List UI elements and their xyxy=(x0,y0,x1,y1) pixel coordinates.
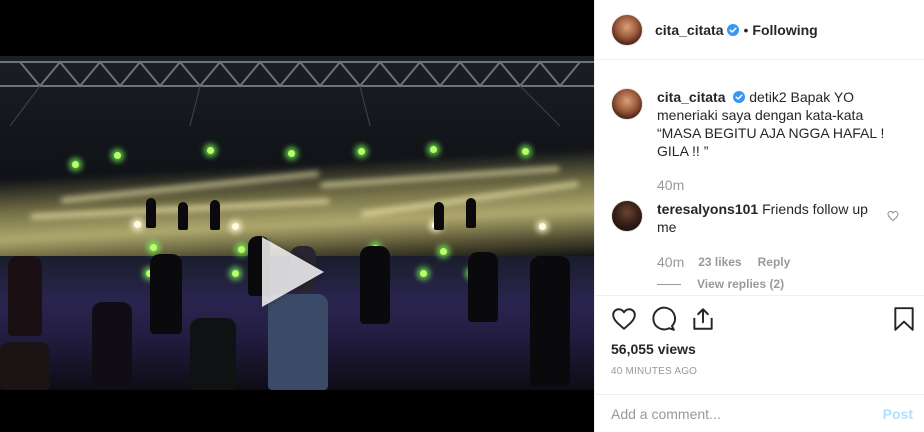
performer-silhouette xyxy=(178,202,188,230)
crowd-silhouette xyxy=(150,254,182,334)
add-comment-bar: Post xyxy=(595,394,924,432)
stage-light xyxy=(72,161,79,168)
stage-light xyxy=(134,221,141,228)
stage-light xyxy=(114,152,121,159)
crowd-silhouette xyxy=(8,256,42,336)
crowd-silhouette xyxy=(530,256,570,386)
view-count[interactable]: 56,055 views xyxy=(611,341,696,357)
performer-silhouette xyxy=(466,198,476,228)
crowd-silhouette xyxy=(190,318,236,390)
view-replies-button[interactable]: View replies (2) xyxy=(657,277,784,291)
caption-meta: 40m xyxy=(657,177,684,193)
play-icon[interactable] xyxy=(262,237,324,307)
post-side-panel: cita_citata • Following cita_citata deti… xyxy=(594,0,924,432)
crowd-silhouette xyxy=(468,252,498,322)
stage-light xyxy=(232,223,239,230)
caption-text-block: cita_citata detik2 Bapak YO meneriaki sa… xyxy=(657,88,887,160)
caption-age: 40m xyxy=(657,177,685,193)
replies-divider xyxy=(657,283,681,285)
stage-light xyxy=(539,223,546,230)
crowd-silhouette xyxy=(0,342,50,390)
stage-light xyxy=(522,148,529,155)
bookmark-icon[interactable] xyxy=(891,306,917,332)
crowd-silhouette xyxy=(92,302,132,390)
stage-light xyxy=(420,270,427,277)
verified-badge-icon xyxy=(727,23,740,36)
performer-silhouette xyxy=(210,200,220,230)
caption-username[interactable]: cita_citata xyxy=(657,89,725,105)
performer-silhouette xyxy=(146,198,156,228)
comment-bubble-icon[interactable] xyxy=(650,306,676,332)
verified-badge-icon xyxy=(733,91,746,103)
stage-light xyxy=(207,147,214,154)
comment-username[interactable]: teresalyons101 xyxy=(657,201,758,217)
action-bar xyxy=(595,296,924,336)
comment-likes[interactable]: 23 likes xyxy=(698,255,741,269)
stage-light xyxy=(150,244,157,251)
stage-light xyxy=(358,148,365,155)
post-timestamp[interactable]: 40 MINUTES AGO xyxy=(611,366,697,377)
comments-section[interactable]: cita_citata detik2 Bapak YO meneriaki sa… xyxy=(595,60,924,296)
post-button[interactable]: Post xyxy=(883,406,913,422)
stage-truss xyxy=(0,60,594,126)
crowd-silhouette xyxy=(360,246,390,324)
heart-icon[interactable] xyxy=(611,306,637,332)
post-author-username[interactable]: cita_citata xyxy=(655,22,723,38)
view-replies-label: View replies (2) xyxy=(697,277,785,291)
avatar[interactable] xyxy=(611,88,643,120)
post-header: cita_citata • Following xyxy=(595,0,924,60)
comment-input[interactable] xyxy=(611,405,861,422)
list-item: teresalyons101 Friends follow up me xyxy=(611,200,887,236)
avatar[interactable] xyxy=(611,13,643,46)
video-player[interactable] xyxy=(0,56,594,390)
avatar[interactable] xyxy=(611,200,643,232)
stage-light xyxy=(430,146,437,153)
performer-silhouette xyxy=(434,202,444,230)
comment-text-block: teresalyons101 Friends follow up me xyxy=(657,200,887,236)
comment-meta: 40m 23 likes Reply xyxy=(657,254,790,270)
media-pane xyxy=(0,0,594,432)
stage-light xyxy=(288,150,295,157)
header-separator: • xyxy=(743,21,749,38)
stage-light xyxy=(238,246,245,253)
following-button[interactable]: Following xyxy=(752,22,817,38)
comment-like-heart-icon[interactable] xyxy=(887,210,899,222)
crowd-silhouette xyxy=(268,294,328,390)
stage-light xyxy=(440,248,447,255)
comment-age: 40m xyxy=(657,254,685,270)
reply-button[interactable]: Reply xyxy=(758,255,791,269)
stage-light xyxy=(232,270,239,277)
share-icon[interactable] xyxy=(690,306,716,332)
caption: cita_citata detik2 Bapak YO meneriaki sa… xyxy=(611,88,887,160)
